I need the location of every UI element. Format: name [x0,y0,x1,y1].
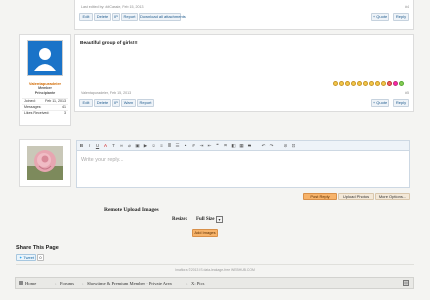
upload-photos-button[interactable]: Upload Photos [338,193,374,200]
rose-avatar-image [27,146,63,180]
align-center-icon[interactable]: ≣ [167,143,172,148]
bold-icon[interactable]: B [79,143,84,148]
post-5-warn-button[interactable]: Warn [121,99,136,107]
breadcrumb-separator-icon: › [55,281,57,286]
post-5-number[interactable]: #5 [405,91,409,95]
default-user-icon [34,48,56,71]
post-4-report-button[interactable]: Report [121,13,138,21]
post-4-number[interactable]: #4 [405,5,409,9]
table-icon[interactable]: ▦ [239,143,244,148]
text-color-icon[interactable]: A [103,143,108,148]
post-4-quote-button[interactable]: + Quote [371,13,389,21]
toggle-bbcode-icon[interactable]: ⊡ [291,143,296,148]
reply-placeholder: Write your reply... [81,157,124,163]
tweet-count: 0 [37,254,44,261]
twitter-bird-icon: ✦ [19,255,23,260]
post-5: Beautiful group of girls!!! Valentapurad… [74,34,414,112]
post-4-reply-button[interactable]: Reply [393,13,409,21]
post-5-reply-button[interactable]: Reply [393,99,409,107]
breadcrumb: Home › Forums › Showtime & Premium Membe… [15,277,414,289]
post-4-edit-button[interactable]: Edit [79,13,93,21]
post-reply-button[interactable]: Post Reply [303,193,337,200]
stat-joined: Joined: Feb 11, 2013 [22,98,68,103]
breadcrumb-separator-icon: › [82,281,84,286]
post-5-message: Beautiful group of girls!!! [80,41,138,46]
post-4-byline: Last edited by: ##Cassie, Feb 15, 2013 [81,5,144,9]
emoji-icon [363,81,368,86]
breadcrumb-pics[interactable]: X: Pics [191,281,204,286]
text-size-icon[interactable]: T [111,143,116,148]
emoji-icon [375,81,380,86]
leaf-icon [399,81,404,86]
home-icon[interactable] [19,281,23,285]
breadcrumb-home[interactable]: Home [25,281,36,286]
post-4: Last edited by: ##Cassie, Feb 15, 2013 #… [74,0,414,30]
undo-icon[interactable]: ↶ [261,143,266,148]
emoji-icon [357,81,362,86]
reply-textarea[interactable]: Write your reply... [78,152,408,186]
post-5-quote-button[interactable]: + Quote [371,99,389,107]
post-4-delete-button[interactable]: Delete [94,13,111,21]
post-5-byline: Valentapuradeier, Feb 15, 2013 [81,91,132,95]
post-5-edit-button[interactable]: Edit [79,99,93,107]
post-5-ip-button[interactable]: IP [112,99,120,107]
emoji-icon [381,81,386,86]
unlink-icon[interactable]: ⌀ [127,143,132,148]
emoji-icon [339,81,344,86]
tweet-label: Tweet [23,255,35,260]
emoji-icon [345,81,350,86]
image-icon[interactable]: ▣ [135,143,140,148]
breadcrumb-private-area[interactable]: Showtime & Premium Member · Private Area [87,281,172,286]
breadcrumb-separator-icon: › [186,281,188,286]
footer-credit: Imaflora ©2013 IS data-leakage-free WEBH… [175,268,255,272]
share-title: Share This Page [16,245,59,251]
emoji-icon [369,81,374,86]
tweet-button[interactable]: ✦ Tweet [16,254,36,261]
chevron-down-icon: ▾ [218,217,221,222]
resize-select[interactable]: ▾ [216,216,223,223]
resize-label: Resize: [172,217,188,222]
outdent-icon[interactable]: ⇤ [207,143,212,148]
footer-divider [16,264,414,265]
align-left-icon[interactable]: ≡ [159,143,164,148]
indent-icon[interactable]: ⇥ [199,143,204,148]
redo-icon[interactable]: ↷ [269,143,274,148]
user-rank: Principiante [34,91,56,95]
resize-value: Full Size [196,217,215,222]
underline-icon[interactable]: U [95,143,100,148]
bullet-list-icon[interactable]: • [183,143,188,148]
italic-icon[interactable]: I [87,143,92,148]
avatar[interactable] [27,40,63,76]
align-right-icon[interactable]: ☰ [175,143,180,148]
add-images-button[interactable]: Add Images [192,229,218,237]
remove-format-icon[interactable]: ⊘ [283,143,288,148]
post-5-delete-button[interactable]: Delete [94,99,111,107]
remote-upload-title: Remote Upload Images [104,207,159,213]
stat-likes: Likes Received: 3 [22,110,68,115]
emoji-row [333,81,405,87]
flower-icon [393,81,398,86]
reply-user-avatar-box [19,139,71,187]
heart-icon [387,81,392,86]
breadcrumb-forums[interactable]: Forums [60,281,74,286]
strike-icon[interactable]: S [247,143,252,148]
post-4-download-attachments-button[interactable]: Download all attachments [139,13,186,21]
spoiler-icon[interactable]: ◧ [231,143,236,148]
user-title: Member [38,86,52,90]
more-options-button[interactable]: More Options... [375,193,410,200]
quote-icon[interactable]: ❝ [215,143,220,148]
emoji-icon [351,81,356,86]
user-stats: Joined: Feb 11, 2013 Messages: 41 Likes Re… [22,98,68,116]
link-icon[interactable]: ∞ [119,143,124,148]
post-4-ip-button[interactable]: IP [112,13,120,21]
emoji-icon [333,81,338,86]
media-icon[interactable]: ▶ [143,143,148,148]
smilie-icon[interactable]: ☺ [151,143,156,148]
breadcrumb-menu-icon[interactable]: ▤ [403,280,409,286]
number-list-icon[interactable]: # [191,143,196,148]
code-icon[interactable]: ⌗ [223,143,228,148]
post-5-report-button[interactable]: Report [137,99,154,107]
post-5-user-sidebar: Valentapuradeier Member Principiante Joi… [19,34,71,126]
